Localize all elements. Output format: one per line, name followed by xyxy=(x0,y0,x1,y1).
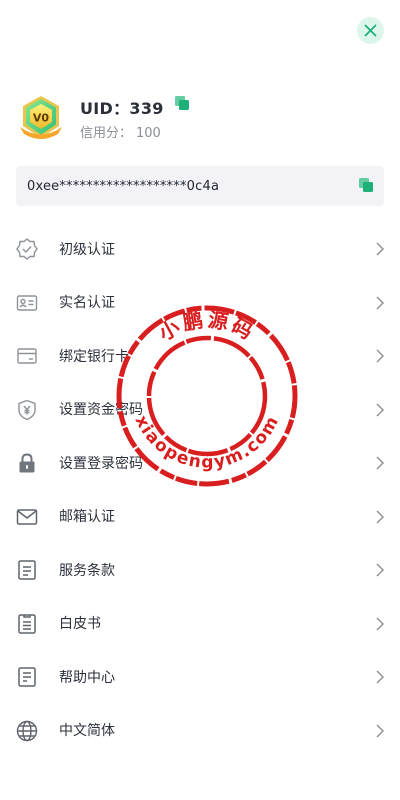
whitepaper-icon xyxy=(15,612,39,636)
menu-item-label: 设置资金密码 xyxy=(59,402,143,419)
document-icon xyxy=(15,558,39,582)
id-card-icon xyxy=(15,291,39,315)
menu-item-terms-of-service[interactable]: 服务条款 xyxy=(0,543,400,597)
chevron-right-icon xyxy=(376,402,385,417)
menu-item-fund-password[interactable]: 设置资金密码 xyxy=(0,383,400,437)
lock-icon xyxy=(15,451,39,475)
settings-menu: 初级认证 实名认证 绑定银行卡 设置资金密码 设置登录密码 邮箱认证 服务条款 … xyxy=(0,222,400,757)
menu-item-language[interactable]: 中文简体 xyxy=(0,704,400,758)
menu-item-label: 服务条款 xyxy=(59,562,115,579)
help-document-icon xyxy=(15,665,39,689)
menu-item-label: 实名认证 xyxy=(59,295,115,312)
verified-badge-icon xyxy=(15,237,39,261)
chevron-right-icon xyxy=(376,563,385,577)
fund-shield-icon xyxy=(15,398,39,422)
globe-icon xyxy=(15,719,39,743)
menu-item-basic-verification[interactable]: 初级认证 xyxy=(0,222,400,276)
menu-item-label: 帮助中心 xyxy=(59,669,115,686)
uid-label: UID：339 xyxy=(80,99,164,118)
chevron-right-icon xyxy=(376,295,385,310)
copy-icon[interactable] xyxy=(358,177,374,193)
level-badge-icon: V0 xyxy=(20,96,62,139)
menu-item-help-center[interactable]: 帮助中心 xyxy=(0,650,400,704)
chevron-right-icon xyxy=(376,670,385,684)
menu-item-whitepaper[interactable]: 白皮书 xyxy=(0,597,400,651)
menu-item-label: 中文简体 xyxy=(59,723,115,740)
credit-score: 信用分： 100 xyxy=(80,122,165,141)
credit-value: 100 xyxy=(136,126,161,141)
credit-label: 信用分： xyxy=(80,126,133,141)
chevron-right-icon xyxy=(376,349,385,363)
menu-item-label: 设置登录密码 xyxy=(59,455,143,472)
chevron-right-icon xyxy=(376,723,385,738)
menu-item-email-verification[interactable]: 邮箱认证 xyxy=(0,490,400,544)
mail-icon xyxy=(15,505,39,529)
bank-card-icon xyxy=(15,344,39,368)
chevron-right-icon xyxy=(376,509,385,524)
svg-text:V0: V0 xyxy=(33,112,50,125)
menu-item-label: 初级认证 xyxy=(59,241,115,258)
menu-item-login-password[interactable]: 设置登录密码 xyxy=(0,436,400,490)
profile-header: V0 UID：339 信用分： 100 xyxy=(18,94,382,141)
menu-item-bind-bank-card[interactable]: 绑定银行卡 xyxy=(0,329,400,383)
close-icon xyxy=(364,24,377,37)
wallet-address-field: 0xee*******************0c4a xyxy=(16,166,384,206)
menu-item-label: 白皮书 xyxy=(59,616,101,633)
uid-row: UID：339 xyxy=(80,96,190,118)
chevron-right-icon xyxy=(376,456,385,470)
menu-item-label: 绑定银行卡 xyxy=(59,348,129,365)
close-button[interactable] xyxy=(357,17,384,44)
menu-item-realname-verification[interactable]: 实名认证 xyxy=(0,276,400,330)
chevron-right-icon xyxy=(376,616,385,631)
chevron-right-icon xyxy=(376,242,385,256)
wallet-address: 0xee*******************0c4a xyxy=(27,178,220,194)
copy-icon[interactable] xyxy=(174,95,190,111)
menu-item-label: 邮箱认证 xyxy=(59,509,115,526)
